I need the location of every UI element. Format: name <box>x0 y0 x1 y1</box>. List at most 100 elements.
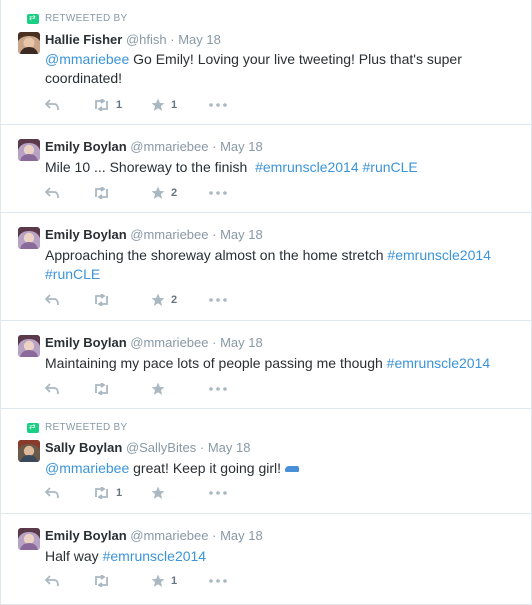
favorite-button[interactable] <box>151 485 209 501</box>
timestamp[interactable]: May 18 <box>178 32 221 47</box>
more-button[interactable] <box>209 381 239 397</box>
handle[interactable]: @hfish <box>126 32 167 47</box>
avatar[interactable] <box>18 440 40 462</box>
reply-button[interactable] <box>45 185 93 201</box>
handle[interactable]: @SallyBites <box>126 440 196 455</box>
timestamp[interactable]: May 18 <box>220 139 263 154</box>
handle[interactable]: @mmariebee <box>130 335 208 350</box>
timestamp[interactable]: May 18 <box>220 227 263 242</box>
fullname[interactable]: Hallie Fisher <box>45 32 122 47</box>
fullname[interactable]: Emily Boylan <box>45 528 127 543</box>
star-icon <box>151 98 165 112</box>
reply-button[interactable] <box>45 97 93 113</box>
favorite-count: 2 <box>171 187 178 199</box>
retweet-button[interactable]: 1 <box>93 97 151 113</box>
more-button[interactable] <box>209 185 239 201</box>
tweet-text: Mile 10 ... Shoreway to the finish #emru… <box>45 158 519 177</box>
retweet-context: RETWEETED BY <box>27 422 128 433</box>
reply-icon <box>45 294 59 306</box>
reply-icon <box>45 575 59 587</box>
fullname[interactable]: Emily Boylan <box>45 227 127 242</box>
tweet[interactable]: Emily Boylan @mmariebee · May 18 Mile 10… <box>1 125 531 213</box>
retweet-context: RETWEETED BY <box>27 13 128 24</box>
favorite-count: 1 <box>171 575 178 587</box>
mention-link[interactable]: @mmariebee <box>45 51 129 67</box>
tweet-text-segment: great! Keep it going girl! <box>129 460 282 476</box>
tweet-text: Approaching the shoreway almost on the h… <box>45 246 519 284</box>
handle[interactable]: @mmariebee <box>130 227 208 242</box>
avatar[interactable] <box>18 528 40 550</box>
retweet-icon <box>93 187 110 199</box>
retweet-button[interactable] <box>93 573 151 589</box>
retweet-button[interactable] <box>93 292 151 308</box>
separator-dot: · <box>212 139 217 154</box>
favorite-button[interactable]: 2 <box>151 292 209 308</box>
retweet-icon <box>93 487 110 499</box>
timestamp[interactable]: May 18 <box>220 528 263 543</box>
fullname[interactable]: Emily Boylan <box>45 335 127 350</box>
more-icon <box>209 387 227 391</box>
retweet-context-icon <box>27 13 39 24</box>
tweet-actions: 2 <box>45 292 239 308</box>
tweet-text: @mmariebee great! Keep it going girl! <box>45 459 519 478</box>
tweet[interactable]: RETWEETED BY Sally Boylan @SallyBites · … <box>1 409 531 514</box>
reply-icon <box>45 187 59 199</box>
favorite-button[interactable]: 1 <box>151 573 209 589</box>
star-icon <box>151 293 165 307</box>
star-icon <box>151 382 165 396</box>
hashtag-link[interactable]: #emrunscle2014 <box>387 355 491 371</box>
tweet-header: Emily Boylan @mmariebee · May 18 <box>45 227 263 242</box>
separator-dot: · <box>212 528 217 543</box>
tweet-text-segment: Approaching the shoreway almost on the h… <box>45 247 388 263</box>
avatar[interactable] <box>18 139 40 161</box>
more-icon <box>209 191 227 195</box>
more-icon <box>209 298 227 302</box>
hashtag-link[interactable]: #runCLE <box>363 159 418 175</box>
mention-link[interactable]: @mmariebee <box>45 460 129 476</box>
more-button[interactable] <box>209 485 239 501</box>
more-icon <box>209 103 227 107</box>
reply-button[interactable] <box>45 381 93 397</box>
tweet-text-segment: Mile 10 ... Shoreway to the finish <box>45 159 256 175</box>
avatar[interactable] <box>18 32 40 54</box>
avatar[interactable] <box>18 227 40 249</box>
retweet-button[interactable] <box>93 185 151 201</box>
retweet-icon <box>93 294 110 306</box>
tweet[interactable]: Emily Boylan @mmariebee · May 18 Half wa… <box>1 514 531 605</box>
tweet-text: Maintaining my pace lots of people passi… <box>45 354 519 373</box>
separator-dot: · <box>199 440 205 455</box>
tweet[interactable]: RETWEETED BY Hallie Fisher @hfish · May … <box>1 0 531 125</box>
handle[interactable]: @mmariebee <box>130 528 208 543</box>
reply-button[interactable] <box>45 485 93 501</box>
timestamp[interactable]: May 18 <box>220 335 263 350</box>
favorite-button[interactable] <box>151 381 209 397</box>
fullname[interactable]: Emily Boylan <box>45 139 127 154</box>
more-button[interactable] <box>209 292 239 308</box>
handle[interactable]: @mmariebee <box>130 139 208 154</box>
tweet[interactable]: Emily Boylan @mmariebee · May 18 Approac… <box>1 213 531 321</box>
retweet-context-icon <box>27 422 39 433</box>
retweet-button[interactable] <box>93 381 151 397</box>
more-button[interactable] <box>209 573 239 589</box>
tweet-actions: 2 <box>45 185 239 201</box>
tweet-header: Emily Boylan @mmariebee · May 18 <box>45 335 263 350</box>
hashtag-link[interactable]: #emrunscle2014 <box>103 548 207 564</box>
hashtag-link[interactable]: #runCLE <box>45 266 100 282</box>
tweet[interactable]: Emily Boylan @mmariebee · May 18 Maintai… <box>1 321 531 409</box>
retweet-button[interactable]: 1 <box>93 485 151 501</box>
hashtag-link[interactable]: #emrunscle2014 <box>387 247 491 263</box>
tweet-timeline: RETWEETED BY Hallie Fisher @hfish · May … <box>0 0 532 605</box>
timestamp[interactable]: May 18 <box>208 440 251 455</box>
tweet-actions: 1 <box>45 573 239 589</box>
favorite-button[interactable]: 2 <box>151 185 209 201</box>
retweet-icon <box>93 383 110 395</box>
favorite-button[interactable]: 1 <box>151 97 209 113</box>
running-shoe-emoji-icon <box>285 466 300 473</box>
reply-button[interactable] <box>45 292 93 308</box>
more-icon <box>209 491 227 495</box>
reply-button[interactable] <box>45 573 93 589</box>
fullname[interactable]: Sally Boylan <box>45 440 122 455</box>
avatar[interactable] <box>18 335 40 357</box>
hashtag-link[interactable]: #emrunscle2014 <box>255 159 359 175</box>
more-button[interactable] <box>209 97 239 113</box>
